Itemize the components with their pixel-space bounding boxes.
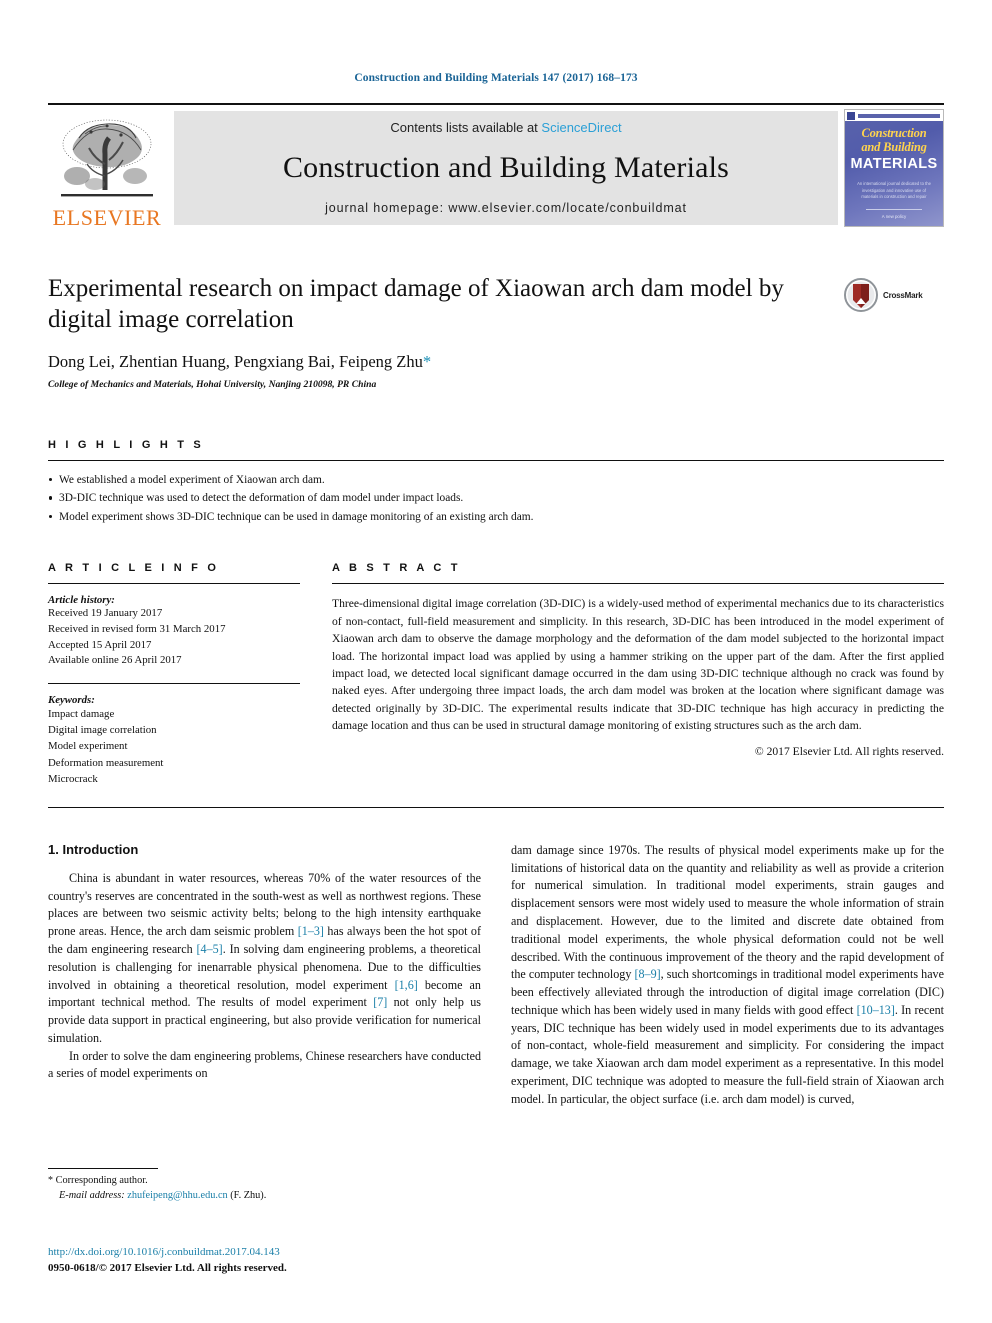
journal-masthead: ELSEVIER Contents lists available at Sci… xyxy=(48,103,944,231)
crossmark-badge[interactable]: CrossMark xyxy=(844,274,944,312)
keyword: Microcrack xyxy=(48,772,98,785)
keywords-rule xyxy=(48,682,300,684)
article-history-label: Article history: xyxy=(48,594,115,607)
citation-link[interactable]: [7] xyxy=(373,995,387,1009)
highlights-rule xyxy=(48,460,944,461)
footnote-rule xyxy=(48,1168,158,1169)
contents-prefix: Contents lists available at xyxy=(390,120,542,135)
email-note: E-mail address: zhufeipeng@hhu.edu.cn (F… xyxy=(48,1189,473,1204)
page-title: Experimental research on impact damage o… xyxy=(48,275,784,333)
intro-p3-a: dam damage since 1970s. The results of p… xyxy=(511,842,944,982)
list-item: 3D-DIC technique was used to detect the … xyxy=(48,489,944,507)
abstract-copyright: © 2017 Elsevier Ltd. All rights reserved… xyxy=(754,744,944,758)
doi-block: http://dx.doi.org/10.1016/j.conbuildmat.… xyxy=(48,1245,478,1277)
cover-title-line2: and Building xyxy=(861,140,927,154)
email-link[interactable]: zhufeipeng@hhu.edu.cn xyxy=(127,1190,227,1201)
journal-title: Construction and Building Materials xyxy=(282,151,730,184)
masthead-center-panel: Contents lists available at ScienceDirec… xyxy=(174,111,838,225)
intro-paragraph-3: dam damage since 1970s. The results of p… xyxy=(511,842,944,1108)
cover-footer-rule xyxy=(865,209,923,210)
contents-available-line: Contents lists available at ScienceDirec… xyxy=(390,120,621,135)
cover-title-line3: MATERIALS xyxy=(850,156,938,172)
cover-topbar xyxy=(845,110,943,121)
sciencedirect-link[interactable]: ScienceDirect xyxy=(541,120,621,135)
citation-link[interactable]: [10–13] xyxy=(857,1003,895,1017)
article-history-online: Available online 26 April 2017 xyxy=(48,654,182,667)
crossmark-icon xyxy=(844,278,878,312)
keyword: Model experiment xyxy=(48,740,128,753)
intro-p3-c: . In recent years, DIC technique has bee… xyxy=(511,1002,945,1106)
list-item: Model experiment shows 3D-DIC technique … xyxy=(48,508,944,526)
article-page: Construction and Building Materials 147 … xyxy=(0,0,992,1323)
abstract-text: Three-dimensional digital image correlat… xyxy=(332,597,944,733)
keyword: Deformation measurement xyxy=(48,756,164,769)
keywords-label: Keywords: xyxy=(48,693,95,706)
intro-paragraph-2: In order to solve the dam engineering pr… xyxy=(48,1048,481,1081)
running-head: Construction and Building Materials 147 … xyxy=(354,72,638,84)
citation-link[interactable]: [8–9] xyxy=(634,967,660,981)
title-main: Experimental research on impact damage o… xyxy=(48,274,844,390)
title-block: Experimental research on impact damage o… xyxy=(48,274,944,390)
citation-link[interactable]: [1,6] xyxy=(395,978,418,992)
cover-subtitle: An international journal dedicated to th… xyxy=(857,181,931,199)
cover-title-line1: Construction xyxy=(861,126,927,140)
corresponding-author-note: * Corresponding author. xyxy=(48,1174,473,1189)
cover-logo-square xyxy=(847,111,855,120)
cover-footer: A new policy xyxy=(845,209,943,219)
abstract-heading: A B S T R A C T xyxy=(332,562,461,575)
journal-cover-thumbnail[interactable]: Construction and Building MATERIALS An i… xyxy=(844,109,944,227)
elsevier-wordmark: ELSEVIER xyxy=(52,205,162,230)
info-abstract-row: A R T I C L E I N F O Article history: R… xyxy=(48,562,944,787)
abstract-column: A B S T R A C T Three-dimensional digita… xyxy=(332,562,944,787)
highlights-heading: H I G H L I G H T S xyxy=(48,439,204,451)
abstract-rule xyxy=(332,583,944,585)
elsevier-tree-icon xyxy=(61,119,153,197)
author-list: Dong Lei, Zhentian Huang, Pengxiang Bai,… xyxy=(48,352,828,372)
corresponding-author-marker: * xyxy=(422,352,432,371)
corresponding-author-text: Corresponding author. xyxy=(55,1175,148,1186)
crossmark-label: CrossMark xyxy=(883,290,923,300)
abstract-bottom-rule xyxy=(48,806,944,808)
article-info-rule xyxy=(48,583,300,585)
article-history-revised: Received in revised form 31 March 2017 xyxy=(48,623,226,636)
citation-link[interactable]: [4–5] xyxy=(197,942,223,956)
section-title-introduction: 1. Introduction xyxy=(48,841,139,857)
article-info-column: A R T I C L E I N F O Article history: R… xyxy=(48,562,300,787)
keyword: Digital image correlation xyxy=(48,724,157,737)
affiliation: College of Mechanics and Materials, Hoha… xyxy=(48,379,377,390)
list-item: We established a model experiment of Xia… xyxy=(48,471,944,489)
journal-homepage-link[interactable]: journal homepage: www.elsevier.com/locat… xyxy=(325,201,687,215)
highlights-list: We established a model experiment of Xia… xyxy=(48,471,944,526)
author-names: Dong Lei, Zhentian Huang, Pengxiang Bai,… xyxy=(48,352,423,371)
email-suffix: (F. Zhu). xyxy=(227,1189,267,1201)
cover-footer-text: A new policy xyxy=(881,214,907,219)
elsevier-logo: ELSEVIER xyxy=(48,105,166,231)
body-column-right: dam damage since 1970s. The results of p… xyxy=(511,842,944,1234)
cover-topbar-rule xyxy=(858,113,940,118)
issn-copyright: 0950-0618/© 2017 Elsevier Ltd. All right… xyxy=(48,1261,287,1274)
footnote-block: * Corresponding author. E-mail address: … xyxy=(48,1168,473,1204)
keyword: Impact damage xyxy=(48,707,115,720)
citation-link[interactable]: [1–3] xyxy=(298,924,324,938)
article-info-heading: A R T I C L E I N F O xyxy=(48,562,220,575)
doi-link[interactable]: http://dx.doi.org/10.1016/j.conbuildmat.… xyxy=(48,1245,478,1261)
footnote-star: * xyxy=(48,1175,53,1186)
intro-paragraph-1: China is abundant in water resources, wh… xyxy=(48,870,481,1048)
article-history-accepted: Accepted 15 April 2017 xyxy=(48,638,152,651)
highlights-section: H I G H L I G H T S We established a mod… xyxy=(48,439,944,526)
article-history-received: Received 19 January 2017 xyxy=(48,607,163,620)
email-label: E-mail address: xyxy=(59,1189,125,1201)
